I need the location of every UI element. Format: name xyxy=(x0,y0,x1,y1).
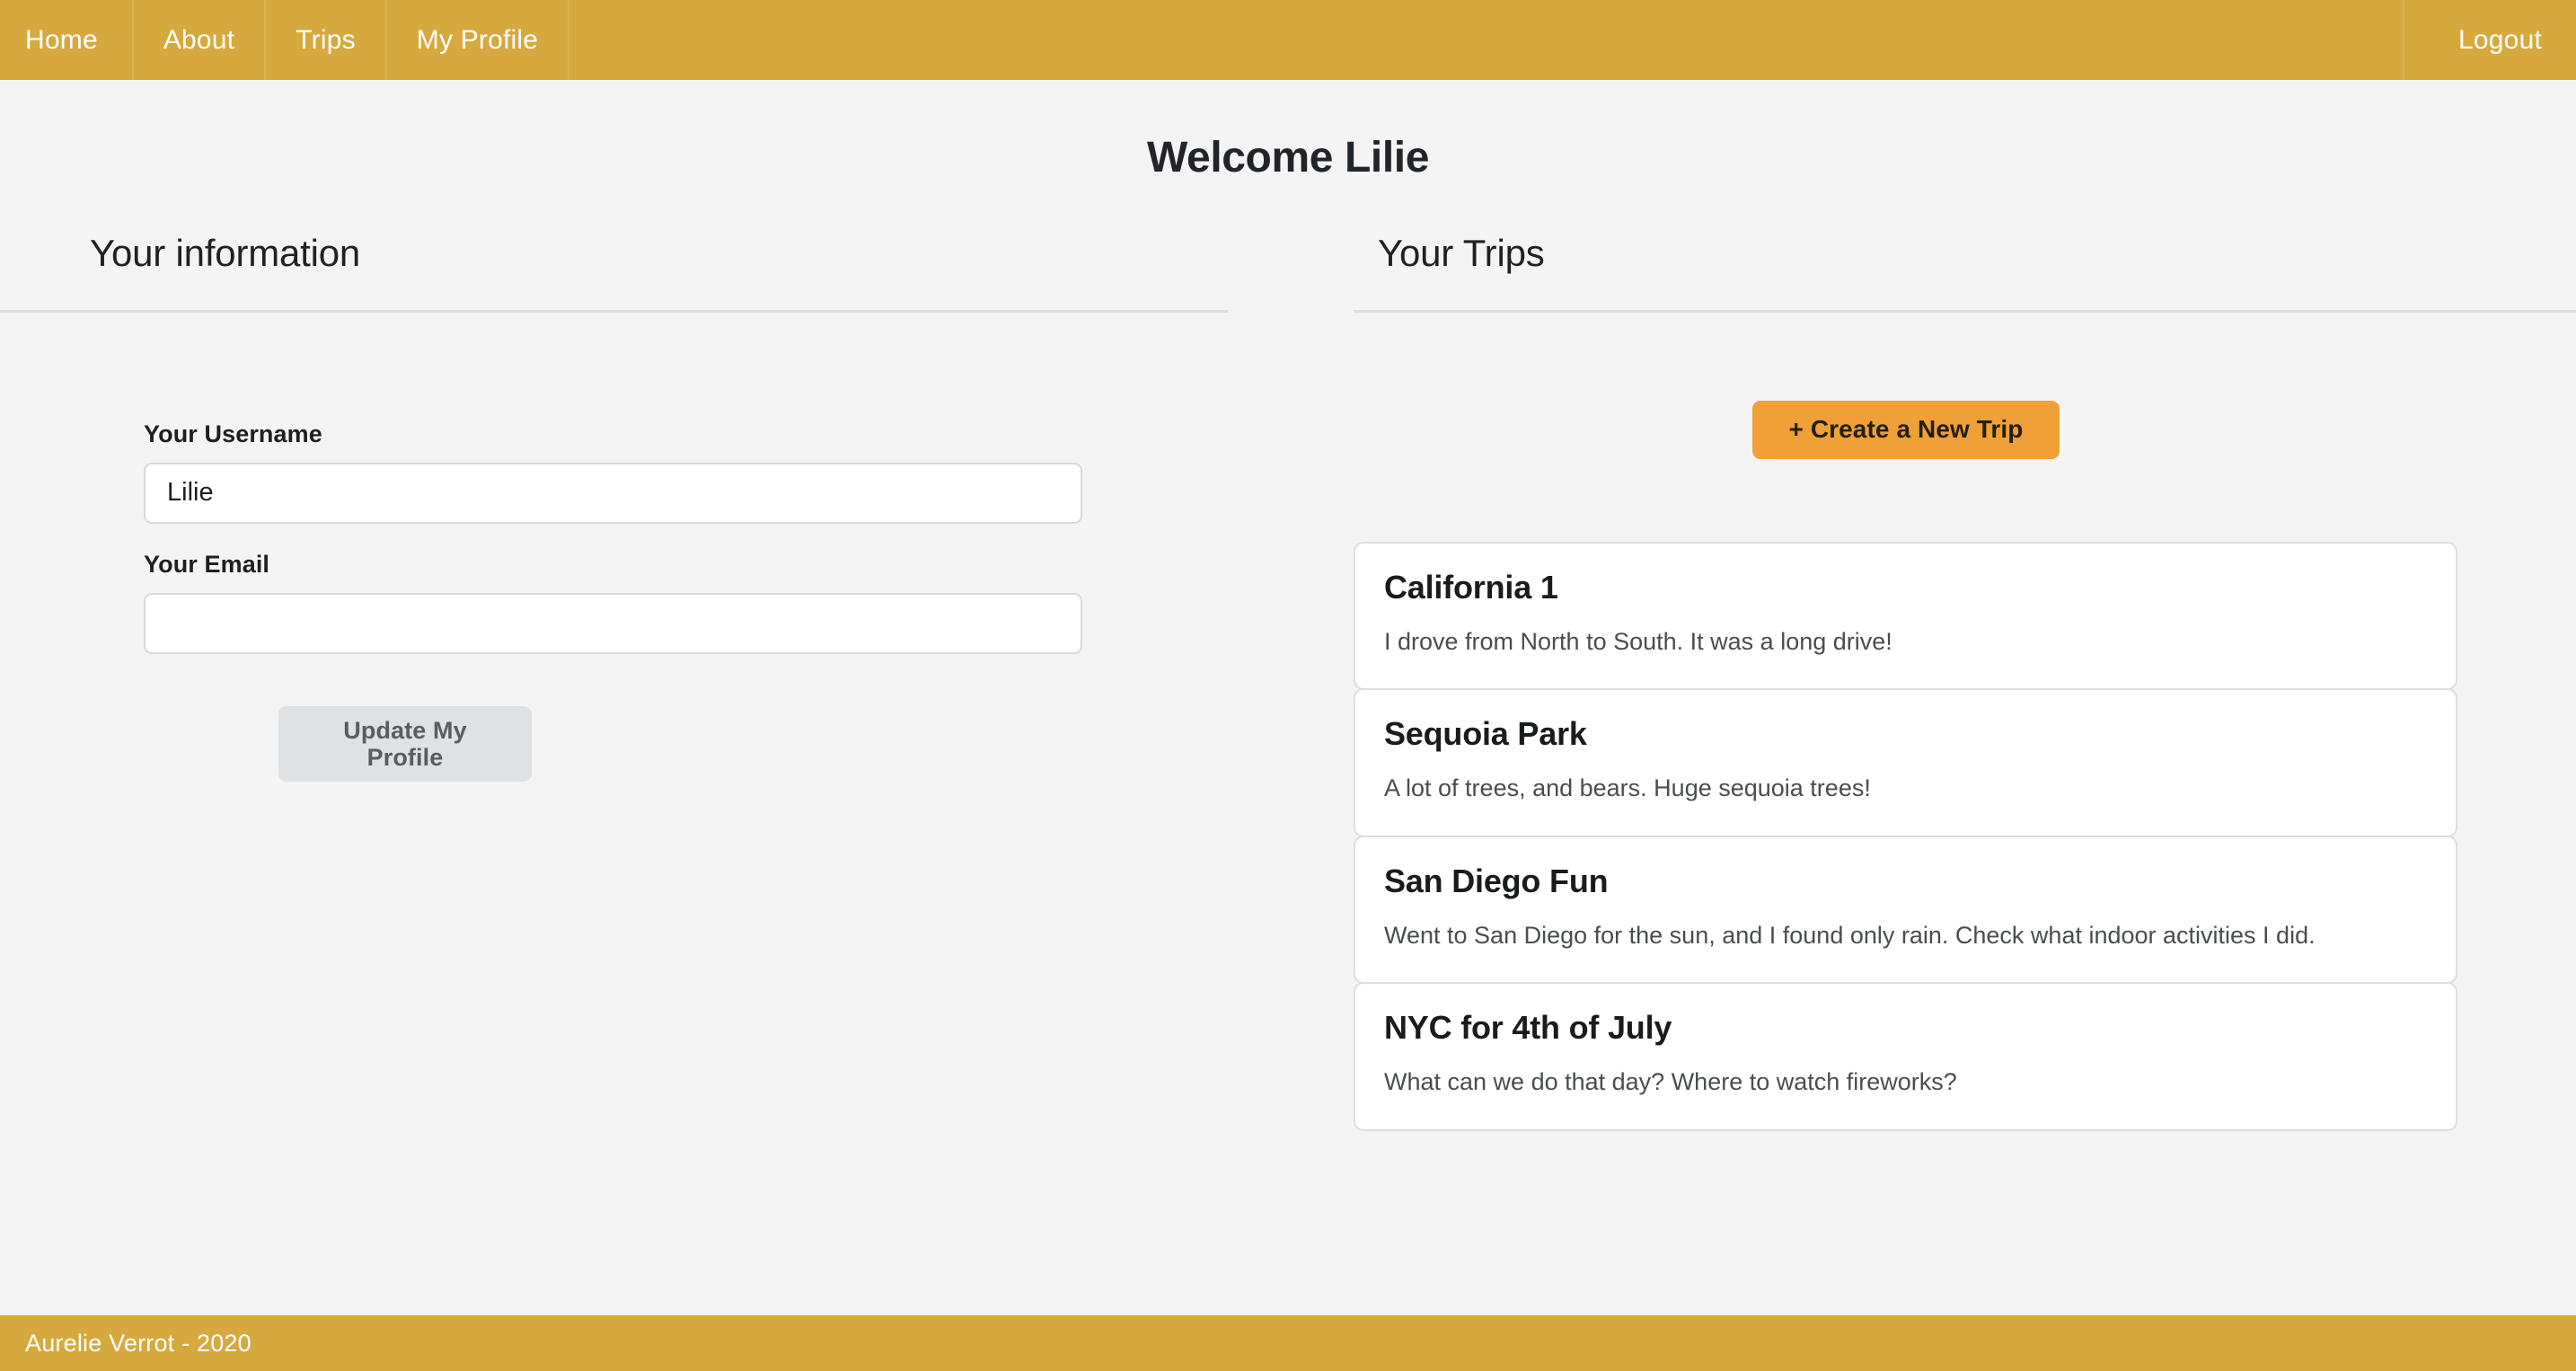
nav-item-home[interactable]: Home xyxy=(0,0,134,80)
trip-card[interactable]: California 1 I drove from North to South… xyxy=(1354,542,2457,690)
trips-area: + Create a New Trip California 1 I drove… xyxy=(1288,313,2576,1131)
trip-card[interactable]: Sequoia Park A lot of trees, and bears. … xyxy=(1354,688,2457,836)
nav-item-logout[interactable]: Logout xyxy=(2404,0,2576,80)
nav-item-trips[interactable]: Trips xyxy=(266,0,387,80)
page-title: Welcome Lilie xyxy=(0,132,2576,184)
trip-name: NYC for 4th of July xyxy=(1384,1007,2427,1048)
trip-name: Sequoia Park xyxy=(1384,713,2427,754)
trip-description: A lot of trees, and bears. Huge sequoia … xyxy=(1384,772,2427,804)
your-information-column: Your information Your Username Your Emai… xyxy=(0,231,1288,782)
trip-description: Went to San Diego for the sun, and I fou… xyxy=(1384,919,2427,951)
email-input[interactable] xyxy=(144,593,1082,654)
username-field-group: Your Username xyxy=(144,420,1288,524)
profile-form: Your Username Your Email Update My Profi… xyxy=(0,313,1288,782)
navbar-links: Home About Trips My Profile xyxy=(0,0,569,80)
your-trips-heading: Your Trips xyxy=(1288,231,2576,276)
username-input[interactable] xyxy=(144,463,1082,524)
create-new-trip-button[interactable]: + Create a New Trip xyxy=(1752,401,2059,459)
email-field-group: Your Email xyxy=(144,551,1288,654)
email-label: Your Email xyxy=(144,551,1288,579)
top-navbar: Home About Trips My Profile Logout xyxy=(0,0,2576,80)
trip-list: California 1 I drove from North to South… xyxy=(1354,542,2457,1131)
nav-item-my-profile[interactable]: My Profile xyxy=(387,0,569,80)
trip-description: I drove from North to South. It was a lo… xyxy=(1384,625,2427,658)
create-trip-button-wrap: + Create a New Trip xyxy=(1288,401,2576,459)
your-information-heading: Your information xyxy=(0,231,1288,276)
page-footer: Aurelie Verrot - 2020 xyxy=(0,1315,2576,1371)
two-column-row: Your information Your Username Your Emai… xyxy=(0,231,2576,1131)
main-content: Welcome Lilie Your information Your User… xyxy=(0,80,2576,1315)
username-label: Your Username xyxy=(144,420,1288,448)
trip-name: California 1 xyxy=(1384,567,2427,607)
your-trips-column: Your Trips + Create a New Trip Californi… xyxy=(1288,231,2576,1131)
trip-description: What can we do that day? Where to watch … xyxy=(1384,1066,2427,1098)
update-my-profile-button[interactable]: Update My Profile xyxy=(278,706,532,782)
nav-item-about[interactable]: About xyxy=(134,0,266,80)
trip-name: San Diego Fun xyxy=(1384,861,2427,901)
navbar-spacer xyxy=(569,0,2403,80)
trip-card[interactable]: NYC for 4th of July What can we do that … xyxy=(1354,982,2457,1130)
footer-copyright: Aurelie Verrot - 2020 xyxy=(25,1330,251,1358)
trip-card[interactable]: San Diego Fun Went to San Diego for the … xyxy=(1354,836,2457,984)
page-root: Home About Trips My Profile Logout Welco… xyxy=(0,0,2576,1371)
navbar-right: Logout xyxy=(2403,0,2576,80)
